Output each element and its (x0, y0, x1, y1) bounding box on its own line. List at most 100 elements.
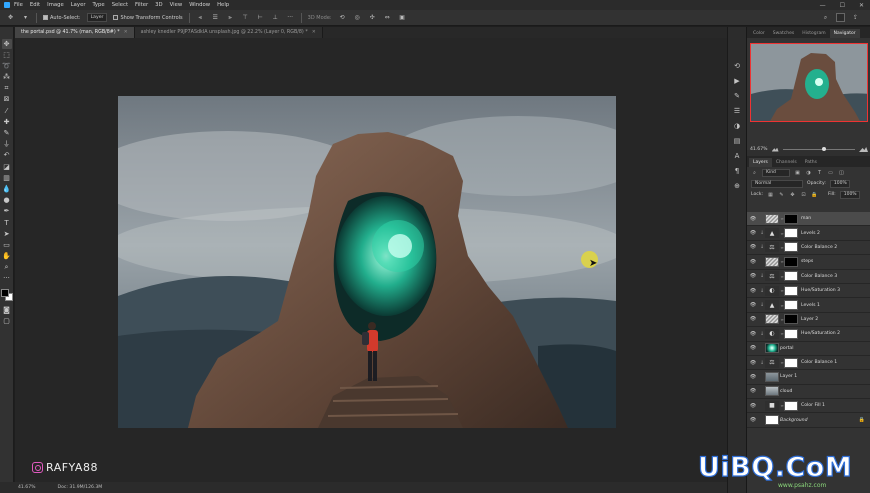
glyphs-icon[interactable]: ⊕ (732, 180, 743, 191)
layer-mask-thumbnail[interactable] (784, 285, 798, 296)
brush-tool-icon[interactable]: ✎ (2, 129, 12, 139)
history-icon[interactable]: ⟲ (732, 60, 743, 71)
layer-name[interactable]: Hue/Saturation 3 (801, 288, 840, 293)
visibility-eye-icon[interactable]: 👁 (747, 244, 759, 250)
auto-select-checkbox[interactable]: Auto-Select: (43, 15, 81, 21)
close-icon[interactable]: ✕ (124, 30, 128, 35)
visibility-eye-icon[interactable]: 👁 (747, 417, 759, 423)
healing-brush-icon[interactable]: ✚ (2, 117, 12, 127)
menu-window[interactable]: Window (189, 2, 210, 8)
visibility-eye-icon[interactable]: 👁 (747, 374, 759, 380)
roll-icon[interactable]: ◎ (353, 13, 362, 22)
zoom-level[interactable]: 41.67% (18, 485, 36, 490)
tab-color[interactable]: Color (749, 29, 769, 38)
layer-row[interactable]: 👁 ∞ man (747, 212, 870, 227)
adjustments-icon[interactable]: ◑ (732, 120, 743, 131)
tab-channels[interactable]: Channels (772, 158, 801, 167)
visibility-eye-icon[interactable]: 👁 (747, 230, 759, 236)
menu-layer[interactable]: Layer (71, 2, 86, 8)
lock-all-icon[interactable]: 🔒 (811, 191, 818, 198)
zoom-slider[interactable] (782, 147, 855, 151)
chevron-down-icon[interactable]: ▾ (21, 13, 30, 22)
smart-object-filter-icon[interactable]: ◫ (838, 169, 845, 176)
layer-mask-thumbnail[interactable] (784, 271, 798, 282)
adjustment-layer-icon[interactable]: ◐ (765, 328, 779, 339)
adjustment-layer-icon[interactable]: ▲ (765, 300, 779, 311)
more-tools-icon[interactable]: ··· (2, 274, 12, 284)
auto-select-dropdown[interactable]: Layer (86, 13, 108, 22)
menu-filter[interactable]: Filter (135, 2, 148, 8)
search-icon[interactable]: ⌕ (821, 13, 830, 22)
align-middle-icon[interactable]: ⊢ (256, 13, 265, 22)
frame-tool-icon[interactable]: ⊠ (2, 95, 12, 105)
tab-paths[interactable]: Paths (801, 158, 821, 167)
layer-name[interactable]: Color Balance 1 (801, 360, 837, 365)
align-bottom-icon[interactable]: ⊥ (271, 13, 280, 22)
layer-name[interactable]: Hue/Saturation 2 (801, 331, 840, 336)
layer-mask-thumbnail[interactable] (784, 242, 798, 253)
visibility-eye-icon[interactable]: 👁 (747, 316, 759, 322)
opacity-input[interactable]: 100% (829, 179, 850, 188)
slide-icon[interactable]: ⇔ (383, 13, 392, 22)
visibility-eye-icon[interactable]: 👁 (747, 331, 759, 337)
crop-tool-icon[interactable]: ⌗ (2, 84, 12, 94)
history-brush-icon[interactable]: ↶ (2, 151, 12, 161)
pixel-filter-icon[interactable]: ▣ (794, 169, 801, 176)
visibility-eye-icon[interactable]: 👁 (747, 345, 759, 351)
layer-thumbnail[interactable] (765, 213, 779, 224)
maximize-button[interactable]: ☐ (840, 2, 845, 9)
menu-3d[interactable]: 3D (155, 2, 162, 8)
adjustment-layer-icon[interactable]: ⚖ (765, 242, 779, 253)
layer-thumbnail[interactable] (765, 343, 779, 354)
tab-histogram[interactable]: Histogram (798, 29, 829, 38)
layer-mask-thumbnail[interactable] (784, 256, 798, 267)
layer-row[interactable]: 👁 cloud (747, 384, 870, 400)
eraser-tool-icon[interactable]: ◪ (2, 162, 12, 172)
layer-name[interactable]: Background (780, 418, 808, 423)
pen-tool-icon[interactable]: ✒ (2, 207, 12, 217)
layer-mask-thumbnail[interactable] (784, 228, 798, 239)
paragraph-icon[interactable]: ¶ (732, 165, 743, 176)
layer-name[interactable]: Levels 2 (801, 231, 820, 236)
rectangle-tool-icon[interactable]: ▭ (2, 240, 12, 250)
layer-name[interactable]: Layer 1 (780, 374, 797, 379)
lasso-tool-icon[interactable]: ➰ (2, 61, 12, 71)
layer-row[interactable]: 👁 ↓ ▲ ∞ Levels 1 (747, 298, 870, 313)
layer-thumbnail[interactable] (765, 314, 779, 325)
layer-thumbnail[interactable] (765, 386, 779, 397)
document-canvas[interactable] (118, 96, 616, 428)
adjustment-filter-icon[interactable]: ◑ (805, 169, 812, 176)
layer-mask-thumbnail[interactable] (784, 328, 798, 339)
layer-name[interactable]: cloud (780, 389, 792, 394)
menu-type[interactable]: Type (93, 2, 105, 8)
layer-thumbnail[interactable] (765, 371, 779, 382)
move-tool-icon[interactable]: ✥ (1, 39, 12, 49)
layer-row[interactable]: 👁 Background 🔒 (747, 413, 870, 428)
visibility-eye-icon[interactable]: 👁 (747, 288, 759, 294)
blur-tool-icon[interactable]: 💧 (2, 184, 12, 194)
visibility-eye-icon[interactable]: 👁 (747, 302, 759, 308)
transform-controls-checkbox[interactable]: Show Transform Controls (113, 15, 183, 21)
lock-artboard-icon[interactable]: ⊡ (800, 191, 807, 198)
tab-swatches[interactable]: Swatches (769, 29, 799, 38)
layer-name[interactable]: Color Balance 3 (801, 274, 837, 279)
libraries-icon[interactable]: ▤ (732, 135, 743, 146)
fill-input[interactable]: 100% (839, 190, 860, 199)
visibility-eye-icon[interactable]: 👁 (747, 388, 759, 394)
gradient-tool-icon[interactable]: ▥ (2, 173, 12, 183)
layer-mask-thumbnail[interactable] (784, 300, 798, 311)
layer-name[interactable]: portal (780, 346, 794, 351)
tab-unsplash-photo[interactable]: ashley knedler P9JP7ASdkIA unsplash.jpg … (134, 27, 323, 38)
align-left-icon[interactable]: ⫷ (196, 13, 205, 22)
layer-row[interactable]: 👁 Layer 1 (747, 370, 870, 385)
align-right-icon[interactable]: ⫸ (226, 13, 235, 22)
zoom-tool-icon[interactable]: ⌕ (2, 263, 12, 273)
visibility-eye-icon[interactable]: 👁 (747, 259, 759, 265)
tab-the-portal[interactable]: the portal.psd @ 41.7% (man, RGB/8#) * ✕ (15, 27, 135, 38)
layer-row[interactable]: 👁 ↓ ◐ ∞ Hue/Saturation 2 (747, 327, 870, 342)
minimize-button[interactable]: — (820, 2, 826, 9)
layer-row[interactable]: 👁 ■ ∞ Color Fill 1 (747, 399, 870, 414)
blend-mode-dropdown[interactable]: Normal (751, 179, 803, 188)
layer-thumbnail[interactable] (765, 256, 779, 267)
tab-layers[interactable]: Layers (749, 158, 772, 167)
